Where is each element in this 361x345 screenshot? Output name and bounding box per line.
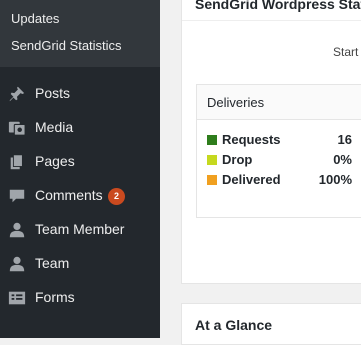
divider: [182, 20, 361, 21]
legend-swatch: [207, 135, 217, 145]
deliveries-box: Deliveries Requests 16 Drop 0% Delivered…: [196, 84, 361, 218]
forms-icon: [8, 289, 26, 307]
row-label: Drop: [222, 152, 253, 167]
panel-title: SendGrid Wordpress Statis: [195, 0, 361, 12]
at-a-glance-title[interactable]: At a Glance: [195, 317, 272, 333]
start-date-label: Start: [333, 45, 359, 59]
submenu-item-sendgrid-statistics[interactable]: SendGrid Statistics: [11, 38, 122, 54]
sidebar-item-label: Pages: [35, 153, 75, 169]
media-icon: [8, 119, 26, 137]
comments-icon: [8, 187, 26, 205]
submenu: Updates SendGrid Statistics: [0, 0, 160, 67]
row-label: Delivered: [222, 172, 281, 187]
comments-count-badge: 2: [108, 188, 125, 205]
user-icon: [8, 221, 26, 239]
admin-sidebar: Updates SendGrid Statistics Posts Media …: [0, 0, 160, 338]
submenu-item-updates[interactable]: Updates: [11, 11, 59, 27]
at-a-glance-panel: At a Glance: [181, 303, 361, 345]
sidebar-item-media[interactable]: Media: [0, 111, 160, 145]
sidebar-item-posts[interactable]: Posts: [0, 77, 160, 111]
sidebar-item-team[interactable]: Team: [0, 247, 160, 281]
row-value: 16: [337, 132, 352, 147]
row-value: 100%: [318, 172, 352, 187]
deliveries-title: Deliveries: [207, 95, 265, 110]
sidebar-item-team-member[interactable]: Team Member: [0, 213, 160, 247]
deliveries-row-drop: Drop 0%: [207, 151, 361, 169]
sidebar-item-label: Media: [35, 119, 74, 135]
sidebar-item-label: Team Member: [35, 221, 125, 237]
sidebar-item-label: Posts: [35, 85, 71, 101]
pin-icon: [8, 85, 26, 103]
deliveries-row-requests: Requests 16: [207, 131, 361, 149]
sidebar-item-comments[interactable]: Comments 2: [0, 179, 160, 213]
legend-swatch: [207, 155, 217, 165]
row-value: 0%: [333, 152, 352, 167]
legend-swatch: [207, 175, 217, 185]
sidebar-item-forms[interactable]: Forms: [0, 281, 160, 315]
sidebar-item-label: Team: [35, 255, 70, 271]
sendgrid-statistics-panel: SendGrid Wordpress Statis Start Deliveri…: [181, 0, 361, 284]
pages-icon: [8, 153, 26, 171]
sidebar-item-label: Comments: [35, 187, 103, 203]
deliveries-row-delivered: Delivered 100%: [207, 171, 361, 189]
deliveries-header: Deliveries: [197, 85, 361, 120]
user-icon: [8, 255, 26, 273]
sidebar-item-pages[interactable]: Pages: [0, 145, 160, 179]
sidebar-item-label: Forms: [35, 289, 75, 305]
row-label: Requests: [222, 132, 281, 147]
